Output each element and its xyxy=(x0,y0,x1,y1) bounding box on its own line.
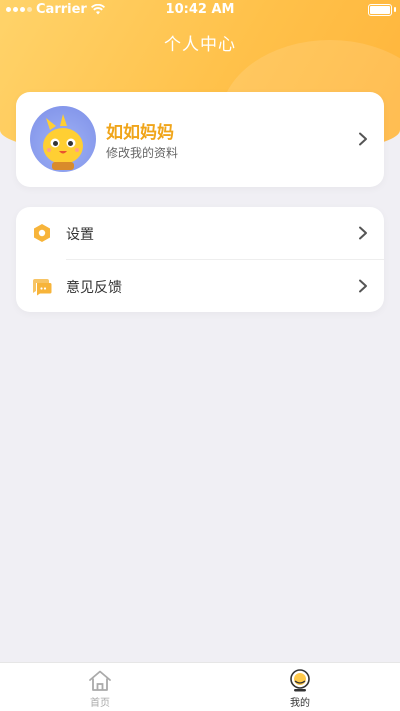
menu-card: 设置 意见反馈 xyxy=(16,207,384,312)
chevron-right-icon xyxy=(359,226,367,240)
tab-bar: 首页 我的 xyxy=(0,662,400,711)
status-time: 10:42 AM xyxy=(165,2,235,17)
tab-home[interactable]: 首页 xyxy=(0,663,200,711)
tab-label: 我的 xyxy=(290,698,310,709)
chevron-right-icon xyxy=(359,279,367,293)
chevron-right-icon xyxy=(359,132,367,146)
menu-item-label: 意见反馈 xyxy=(66,280,122,296)
profile-card[interactable]: 如如妈妈 修改我的资料 xyxy=(16,92,384,187)
profile-name: 如如妈妈 xyxy=(106,123,174,143)
tab-label: 首页 xyxy=(90,698,110,709)
avatar[interactable] xyxy=(30,106,96,172)
feedback-chat-icon xyxy=(33,279,52,296)
menu-item-settings[interactable]: 设置 xyxy=(16,207,384,259)
tab-profile[interactable]: 我的 xyxy=(200,663,400,711)
profile-edit-link[interactable]: 修改我的资料 xyxy=(106,144,178,161)
battery-tip xyxy=(394,7,396,12)
settings-hexagon-icon xyxy=(34,224,50,242)
battery-icon xyxy=(368,4,392,16)
page-title: 个人中心 xyxy=(164,35,236,55)
status-bar: Carrier 10:42 AM xyxy=(0,0,400,20)
profile-icon xyxy=(290,669,310,692)
home-icon xyxy=(89,670,111,691)
cartoon-chick-avatar-icon xyxy=(43,114,83,170)
menu-item-label: 设置 xyxy=(66,227,94,243)
menu-item-feedback[interactable]: 意见反馈 xyxy=(16,260,384,312)
